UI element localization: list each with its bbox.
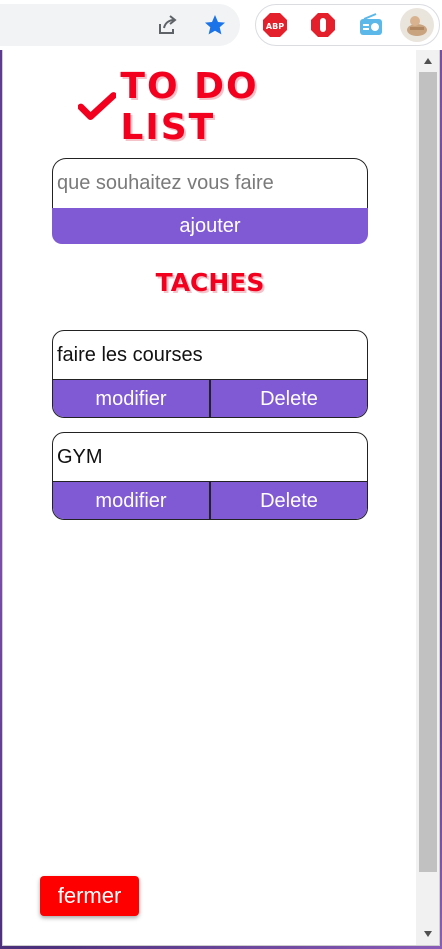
task-actions: modifier Delete: [53, 380, 367, 417]
scrollbar[interactable]: [416, 50, 439, 945]
close-button[interactable]: fermer: [40, 876, 139, 916]
profile-avatar[interactable]: [400, 8, 434, 42]
stop-hand-icon[interactable]: [310, 12, 336, 38]
delete-task-button[interactable]: Delete: [211, 482, 367, 519]
checkmark-icon: [78, 92, 117, 120]
delete-task-button[interactable]: Delete: [211, 380, 367, 417]
adblock-plus-icon[interactable]: ABP: [262, 12, 288, 38]
share-icon[interactable]: [154, 12, 180, 38]
svg-text:ABP: ABP: [266, 22, 284, 31]
browser-toolbar: ABP: [0, 0, 442, 50]
task-text[interactable]: GYM: [53, 433, 367, 482]
scrollbar-thumb[interactable]: [419, 72, 437, 872]
app-title-text: TO DO LIST: [120, 66, 259, 148]
todo-input[interactable]: [52, 158, 368, 208]
edit-task-button[interactable]: modifier: [53, 380, 211, 417]
task-actions: modifier Delete: [53, 482, 367, 519]
app-title: TO DO LIST: [78, 66, 358, 148]
add-button[interactable]: ajouter: [52, 208, 368, 244]
edit-task-button[interactable]: modifier: [53, 482, 211, 519]
tasks-heading: TACHES: [155, 268, 265, 297]
task-text[interactable]: faire les courses: [53, 331, 367, 380]
task-item: faire les courses modifier Delete: [52, 330, 368, 418]
scroll-up-icon[interactable]: [416, 50, 439, 72]
star-icon[interactable]: [202, 12, 228, 38]
todo-popup: TO DO LIST ajouter TACHES faire les cour…: [2, 50, 440, 946]
radio-icon[interactable]: [358, 12, 384, 38]
scroll-down-icon[interactable]: [416, 923, 439, 945]
task-item: GYM modifier Delete: [52, 432, 368, 520]
